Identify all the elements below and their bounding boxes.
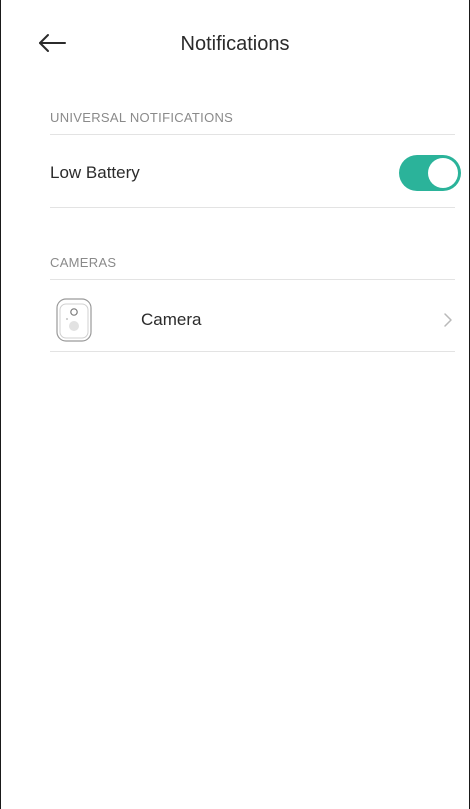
toggle-knob [428, 158, 458, 188]
chevron-right-icon [444, 313, 452, 327]
camera-device-icon [56, 298, 92, 342]
notifications-screen: Notifications UNIVERSAL NOTIFICATIONS Lo… [0, 0, 470, 809]
page-title: Notifications [180, 33, 290, 55]
divider [50, 279, 455, 280]
section-header-universal: UNIVERSAL NOTIFICATIONS [50, 110, 234, 125]
header: Notifications [1, 0, 469, 90]
low-battery-label: Low Battery [50, 163, 140, 182]
divider [50, 134, 455, 135]
low-battery-row: Low Battery [50, 155, 461, 191]
divider [50, 351, 455, 352]
camera-list-item[interactable]: Camera [50, 296, 455, 344]
section-header-cameras: CAMERAS [50, 255, 117, 270]
divider [50, 207, 455, 208]
low-battery-toggle[interactable] [399, 155, 461, 191]
camera-label: Camera [141, 310, 202, 329]
